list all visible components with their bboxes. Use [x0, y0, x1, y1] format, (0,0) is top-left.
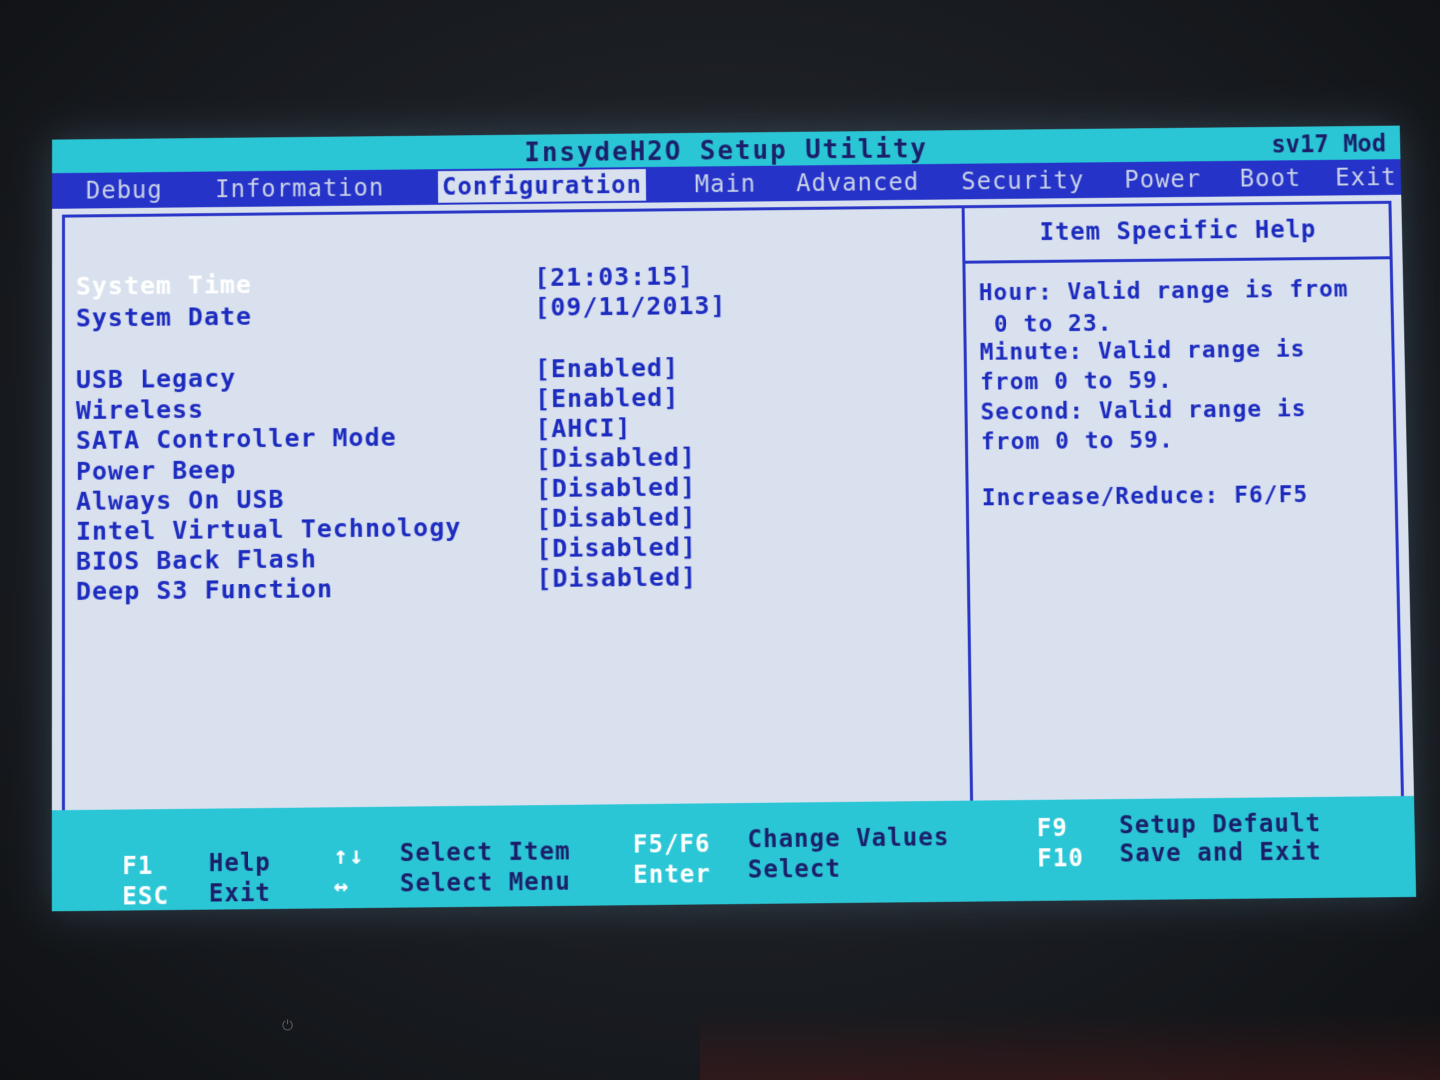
help-line: Increase/Reduce: F6/F5: [981, 481, 1309, 512]
tab-main[interactable]: Main: [695, 168, 757, 200]
tab-debug[interactable]: Debug: [86, 174, 163, 206]
select-menu-label: Select Menu: [399, 867, 571, 898]
esc-label: Exit: [208, 878, 272, 908]
setting-wireless[interactable]: Wireless: [76, 395, 204, 425]
f9-key: F9: [1036, 813, 1069, 843]
f5f6-key: F5/F6: [632, 829, 711, 859]
help-line: Hour: Valid range is from: [978, 276, 1349, 307]
help-line: 0 to 23.: [979, 310, 1113, 338]
f10-key: F10: [1037, 843, 1085, 873]
enter-key: Enter: [633, 859, 712, 889]
f1-label: Help: [208, 848, 271, 878]
value-power-beep[interactable]: [Disabled]: [535, 442, 696, 473]
value-sata-controller-mode[interactable]: [AHCI]: [535, 413, 631, 443]
setting-deep-s3-function[interactable]: Deep S3 Function: [76, 574, 333, 606]
tab-advanced[interactable]: Advanced: [796, 166, 919, 199]
select-label: Select: [747, 854, 842, 884]
tab-boot[interactable]: Boot: [1239, 162, 1301, 194]
tab-exit[interactable]: Exit: [1335, 161, 1397, 193]
value-wireless[interactable]: [Enabled]: [535, 383, 679, 413]
footer-bar: F1 Help ESC Exit ↑↓ Select Item ↔ Select…: [51, 795, 1417, 912]
value-intel-virtual-technology[interactable]: [Disabled]: [536, 502, 697, 533]
value-always-on-usb[interactable]: [Disabled]: [536, 472, 697, 503]
help-line: from 0 to 59.: [979, 367, 1173, 396]
setting-always-on-usb[interactable]: Always On USB: [76, 485, 285, 516]
tab-power[interactable]: Power: [1124, 163, 1201, 195]
help-line: Minute: Valid range is: [979, 336, 1306, 366]
tab-information[interactable]: Information: [215, 172, 384, 205]
esc-key: ESC: [122, 881, 169, 911]
updown-arrows-icon: ↑↓: [333, 841, 365, 870]
setting-system-date[interactable]: System Date: [76, 302, 252, 333]
setting-usb-legacy[interactable]: USB Legacy: [76, 364, 236, 395]
change-values-label: Change Values: [747, 823, 950, 854]
setting-system-time[interactable]: System Time: [76, 270, 252, 301]
select-item-label: Select Item: [399, 837, 571, 868]
value-usb-legacy[interactable]: [Enabled]: [535, 353, 679, 383]
help-line: Second: Valid range is: [980, 396, 1307, 426]
setting-intel-virtual-technology[interactable]: Intel Virtual Technology: [76, 513, 461, 546]
tab-configuration[interactable]: Configuration: [437, 169, 646, 203]
setting-bios-back-flash[interactable]: BIOS Back Flash: [76, 544, 317, 576]
bios-screen: InsydeH2O Setup Utility sv17 Mod Debug I…: [51, 125, 1417, 912]
setup-default-label: Setup Default: [1118, 809, 1322, 840]
setting-sata-controller-mode[interactable]: SATA Controller Mode: [76, 423, 397, 455]
value-system-time[interactable]: [21:03:15]: [534, 262, 694, 292]
leftright-arrows-icon: ↔: [333, 871, 350, 901]
keyboard-glow: [700, 1010, 1440, 1080]
setting-power-beep[interactable]: Power Beep: [76, 455, 236, 486]
power-icon: ⏻: [282, 1018, 294, 1034]
value-deep-s3-function[interactable]: [Disabled]: [536, 562, 697, 593]
model-label: sv17 Mod: [1271, 129, 1387, 159]
value-bios-back-flash[interactable]: [Disabled]: [536, 532, 697, 563]
help-title: Item Specific Help: [1039, 215, 1317, 247]
save-and-exit-label: Save and Exit: [1119, 837, 1322, 868]
help-line: from 0 to 59.: [980, 427, 1174, 456]
value-system-date[interactable]: [09/11/2013]: [534, 291, 726, 322]
tab-security[interactable]: Security: [961, 164, 1084, 197]
f1-key: F1: [122, 851, 154, 881]
